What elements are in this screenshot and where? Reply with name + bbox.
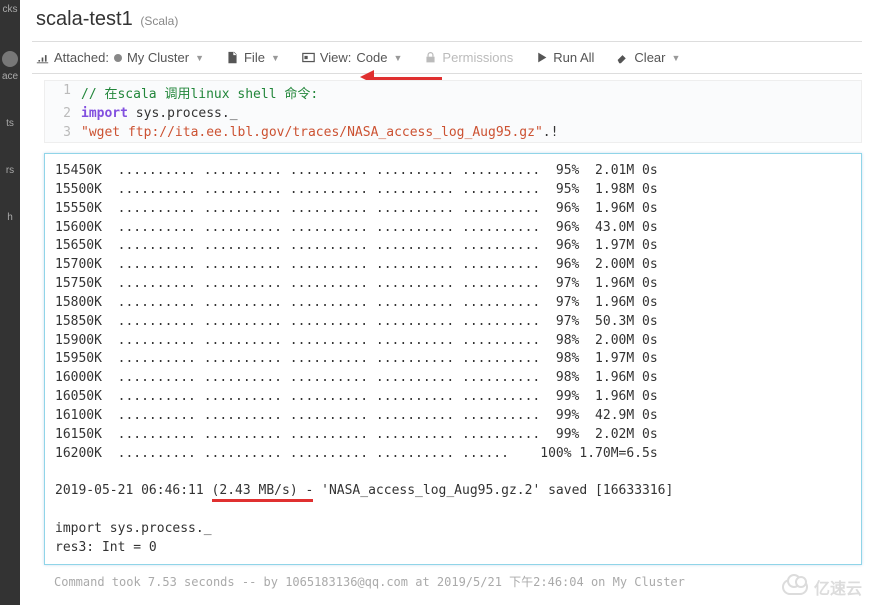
output-blank (55, 501, 851, 520)
output-row: 16000K .......... .......... .......... … (55, 369, 851, 388)
output-row: 15600K .......... .......... .......... … (55, 219, 851, 238)
code-string: "wget ftp://ita.ee.lbl.gov/traces/NASA_a… (81, 125, 543, 140)
left-nav-rail: cks ace ts rs h (0, 0, 20, 605)
play-icon (535, 51, 548, 64)
eraser-icon (616, 51, 629, 64)
file-label: File (244, 50, 265, 65)
view-label: View: (320, 50, 352, 65)
line-number: 3 (45, 123, 79, 142)
file-menu[interactable]: File ▼ (226, 50, 280, 65)
attached-label: Attached: (54, 50, 109, 65)
output-result: res3: Int = 0 (55, 539, 851, 558)
output-row: 16100K .......... .......... .......... … (55, 407, 851, 426)
command-meta: Command took 7.53 seconds -- by 10651831… (44, 569, 862, 594)
output-summary: 2019-05-21 06:46:11 (2.43 MB/s) - 'NASA_… (55, 482, 851, 501)
permissions-button: Permissions (424, 50, 513, 65)
output-row: 15750K .......... .......... .......... … (55, 275, 851, 294)
attach-icon (36, 51, 49, 64)
code-keyword: import (81, 106, 128, 121)
attached-menu[interactable]: Attached: My Cluster ▼ (36, 50, 204, 65)
output-row: 15650K .......... .......... .......... … (55, 237, 851, 256)
run-all-button[interactable]: Run All (535, 50, 594, 65)
output-row: 16050K .......... .......... .......... … (55, 388, 851, 407)
cloud-icon (782, 579, 808, 595)
run-all-label: Run All (553, 50, 594, 65)
line-number: 1 (45, 81, 79, 104)
lock-icon (424, 51, 437, 64)
output-import: import sys.process._ (55, 520, 851, 539)
cell-output[interactable]: 15450K .......... .......... .......... … (44, 153, 862, 565)
code-cell[interactable]: 1 // 在scala 调用linux shell 命令: 2 import s… (44, 80, 862, 143)
code-operator: .! (543, 125, 559, 140)
output-blank (55, 464, 851, 483)
caret-down-icon: ▼ (394, 53, 403, 63)
toolbar: Attached: My Cluster ▼ File ▼ View: Code… (32, 41, 862, 74)
output-row: 15450K .......... .......... .......... … (55, 162, 851, 181)
output-row: 15950K .......... .......... .......... … (55, 350, 851, 369)
view-icon (302, 51, 315, 64)
notebook-header: scala-test1 (Scala) (32, 0, 862, 41)
cluster-name: My Cluster (127, 50, 189, 65)
output-row: 16200K .......... .......... .......... … (55, 445, 851, 464)
notebook-title[interactable]: scala-test1 (36, 8, 133, 30)
output-row: 16150K .......... .......... .......... … (55, 426, 851, 445)
code-comment: // 在scala 调用linux shell 命令: (81, 87, 318, 102)
caret-down-icon: ▼ (195, 53, 204, 63)
output-row: 15550K .......... .......... .......... … (55, 200, 851, 219)
caret-down-icon: ▼ (271, 53, 280, 63)
code-text: sys.process._ (128, 106, 238, 121)
clear-label: Clear (634, 50, 665, 65)
status-dot-icon (114, 54, 122, 62)
annotation-underline: (2.43 MB/s) - (212, 483, 314, 502)
output-row: 15500K .......... .......... .......... … (55, 181, 851, 200)
watermark-text: 亿速云 (814, 575, 862, 599)
watermark: 亿速云 (782, 575, 862, 599)
view-value: Code (356, 50, 387, 65)
line-number: 2 (45, 104, 79, 123)
clear-menu[interactable]: Clear ▼ (616, 50, 680, 65)
output-row: 15900K .......... .......... .......... … (55, 332, 851, 351)
caret-down-icon: ▼ (672, 53, 681, 63)
view-menu[interactable]: View: Code ▼ (302, 50, 403, 65)
notebook-language: (Scala) (140, 14, 178, 28)
permissions-label: Permissions (442, 50, 513, 65)
output-row: 15700K .......... .......... .......... … (55, 256, 851, 275)
file-icon (226, 51, 239, 64)
output-row: 15850K .......... .......... .......... … (55, 313, 851, 332)
output-row: 15800K .......... .......... .......... … (55, 294, 851, 313)
